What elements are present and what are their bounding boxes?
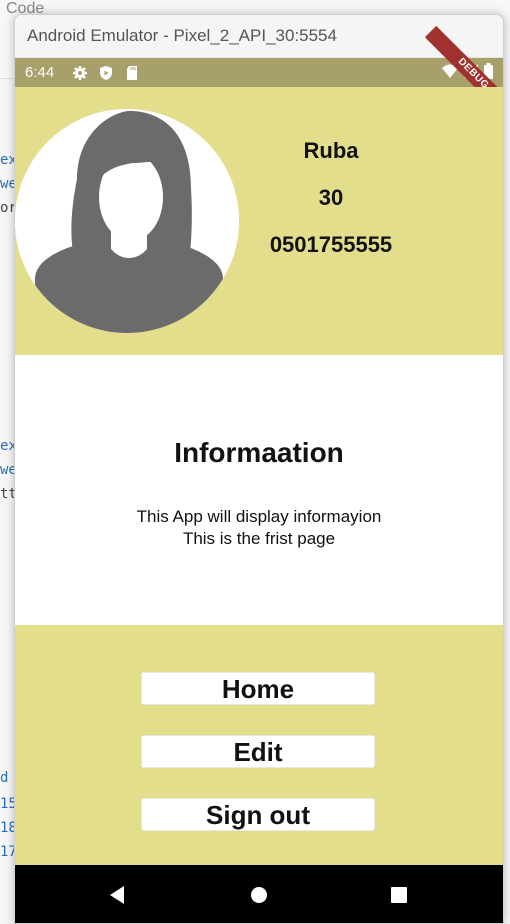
sign-out-button[interactable]: Sign out [141, 798, 375, 831]
profile-section: Ruba 30 0501755555 [15, 87, 503, 355]
edit-button[interactable]: Edit [141, 735, 375, 768]
status-time: 6:44 [25, 64, 55, 81]
info-line-1: This App will display informayion [136, 507, 382, 526]
emulator-window: Android Emulator - Pixel_2_API_30:5554 6… [14, 14, 504, 924]
info-section: Informaation This App will display infor… [15, 355, 503, 625]
female-avatar-icon [15, 109, 239, 333]
play-protect-icon [97, 65, 115, 81]
home-icon[interactable] [248, 884, 270, 906]
info-line-2: This is the frist page [182, 529, 336, 548]
phone-screen: 6:44 DEBUG Ruba 30 0501755555 Informaati… [15, 25, 503, 923]
android-nav-bar [15, 865, 503, 923]
info-title: Informaation [174, 437, 344, 468]
gear-icon [71, 65, 89, 81]
profile-name: Ruba [303, 138, 359, 163]
recents-icon[interactable] [388, 884, 410, 906]
profile-age: 30 [318, 185, 344, 210]
profile-info: Ruba 30 0501755555 [243, 127, 419, 268]
status-bar: 6:44 DEBUG [15, 25, 503, 123]
profile-phone: 0501755555 [269, 232, 393, 257]
home-button[interactable]: Home [141, 672, 375, 705]
ide-divider [0, 78, 14, 79]
back-icon[interactable] [107, 884, 129, 906]
avatar [15, 109, 239, 333]
sd-card-icon [123, 65, 141, 81]
buttons-section: Home Edit Sign out [15, 625, 503, 865]
